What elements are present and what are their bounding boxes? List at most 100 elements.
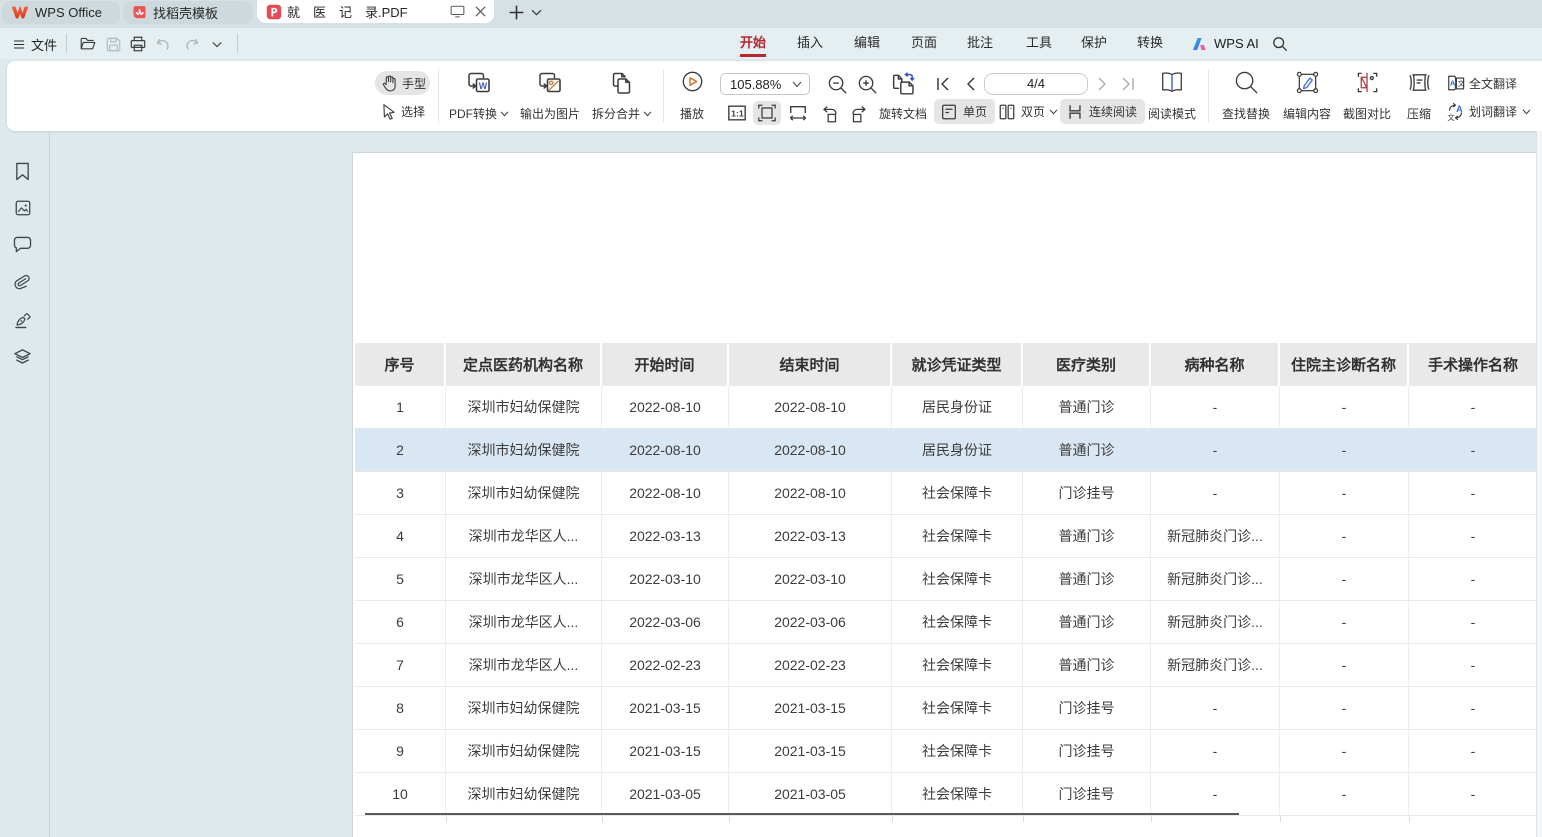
menu-tab-insert[interactable]: 插入	[785, 28, 835, 55]
pdf-page[interactable]: 序号定点医药机构名称开始时间结束时间就诊凭证类型医疗类别病种名称住院主诊断名称手…	[352, 152, 1542, 837]
medical-records-table: 序号定点医药机构名称开始时间结束时间就诊凭证类型医疗类别病种名称住院主诊断名称手…	[355, 343, 1537, 816]
play-button[interactable]: 播放	[662, 68, 722, 125]
table-cell: 2022-02-23	[602, 644, 729, 686]
tab-wps-home[interactable]: WPS Office	[2, 1, 120, 24]
previous-page-button[interactable]	[962, 72, 978, 96]
table-row[interactable]: 3深圳市妇幼保健院2022-08-102022-08-10社会保障卡门诊挂号--…	[355, 472, 1537, 515]
tab-docer-templates[interactable]: 找稻壳模板	[123, 1, 253, 24]
word-translate-button[interactable]: A文 划词翻译	[1446, 102, 1531, 121]
thumbnail-panel-button[interactable]	[10, 195, 35, 220]
full-translate-icon: A文	[1446, 74, 1465, 92]
table-row[interactable]: 7深圳市龙华区人...2022-02-232022-02-23社会保障卡普通门诊…	[355, 644, 1537, 687]
table-cell: 社会保障卡	[892, 601, 1023, 643]
table-cell: 2022-08-10	[602, 386, 729, 428]
split-merge-button[interactable]: 拆分合并	[592, 68, 652, 125]
vertical-scrollbar[interactable]	[1536, 131, 1542, 837]
table-row[interactable]: 2深圳市妇幼保健院2022-08-102022-08-10居民身份证普通门诊--…	[355, 429, 1537, 472]
attachment-panel-button[interactable]	[10, 270, 35, 295]
double-page-view-button[interactable]: 双页	[994, 99, 1062, 124]
single-page-view-button[interactable]: 单页	[934, 99, 995, 124]
bookmark-panel-button[interactable]	[10, 159, 35, 184]
table-cell: -	[1409, 730, 1537, 772]
table-row[interactable]: 8深圳市妇幼保健院2021-03-152021-03-15社会保障卡门诊挂号--…	[355, 687, 1537, 730]
signature-panel-button[interactable]	[10, 307, 35, 332]
table-cell: 2	[355, 429, 446, 471]
continuous-read-button[interactable]: 连续阅读	[1060, 99, 1145, 124]
open-file-button[interactable]	[77, 33, 99, 55]
tab-document-active[interactable]: 就 医 记 录.PDF	[257, 0, 494, 23]
screenshot-compare-icon	[1355, 70, 1380, 95]
tab-list-chevron-icon[interactable]	[528, 3, 544, 21]
compress-label: 压缩	[1407, 105, 1431, 122]
select-tool-button[interactable]: 选择	[375, 99, 430, 123]
undo-button[interactable]	[152, 33, 174, 55]
read-mode-button[interactable]: 阅读模式	[1143, 68, 1201, 125]
table-row[interactable]: 1深圳市妇幼保健院2022-08-102022-08-10居民身份证普通门诊--…	[355, 386, 1537, 429]
pdf-convert-button[interactable]: W PDF转换	[449, 68, 509, 125]
chevron-down-icon	[643, 111, 652, 117]
menu-tab-comment[interactable]: 批注	[955, 28, 1005, 55]
table-row[interactable]: 5深圳市龙华区人...2022-03-102022-03-10社会保障卡普通门诊…	[355, 558, 1537, 601]
search-icon[interactable]	[1269, 33, 1291, 55]
table-cell: 普通门诊	[1023, 515, 1151, 557]
table-cell: -	[1409, 601, 1537, 643]
table-cell: 居民身份证	[892, 429, 1023, 471]
menu-tab-tools[interactable]: 工具	[1014, 28, 1064, 55]
table-cell: 6	[355, 601, 446, 643]
page-indicator: 4/4	[1027, 76, 1045, 91]
hand-tool-label: 手型	[402, 75, 426, 92]
redo-button[interactable]	[180, 33, 202, 55]
page-number-input[interactable]: 4/4	[984, 73, 1088, 95]
split-merge-label: 拆分合并	[592, 105, 640, 122]
screenshot-compare-button[interactable]: 截图对比	[1338, 68, 1396, 125]
table-cell: 1	[355, 386, 446, 428]
table-row[interactable]: 9深圳市妇幼保健院2021-03-152021-03-15社会保障卡门诊挂号--…	[355, 730, 1537, 773]
fit-page-button[interactable]	[753, 101, 781, 125]
find-replace-button[interactable]: 查找替换	[1216, 68, 1276, 125]
menu-tab-home[interactable]: 开始	[728, 28, 778, 55]
menu-tab-page[interactable]: 页面	[899, 28, 949, 55]
select-tool-label: 选择	[401, 103, 425, 120]
zoom-level-select[interactable]: 105.88%	[720, 73, 810, 95]
actual-size-button[interactable]: 1:1	[725, 101, 749, 125]
layers-panel-button[interactable]	[10, 345, 35, 370]
compress-button[interactable]: 压缩	[1396, 68, 1442, 125]
table-cell: -	[1409, 429, 1537, 471]
table-row[interactable]: 6深圳市龙华区人...2022-03-062022-03-06社会保障卡普通门诊…	[355, 601, 1537, 644]
table-row[interactable]: 4深圳市龙华区人...2022-03-132022-03-13社会保障卡普通门诊…	[355, 515, 1537, 558]
fit-width-button[interactable]	[785, 101, 811, 125]
menu-tab-protect[interactable]: 保护	[1069, 28, 1119, 55]
more-commands-chevron-icon[interactable]	[206, 33, 228, 55]
menu-tab-convert[interactable]: 转换	[1125, 28, 1175, 55]
rotate-left-button[interactable]	[817, 101, 843, 125]
table-cell: 2021-03-15	[602, 687, 729, 729]
last-page-button[interactable]	[1119, 72, 1137, 96]
monitor-icon[interactable]	[450, 5, 465, 18]
rotate-right-button[interactable]	[846, 101, 872, 125]
save-button[interactable]	[102, 33, 124, 55]
hand-tool-button[interactable]: 手型	[375, 71, 430, 95]
table-cell: 深圳市妇幼保健院	[446, 730, 602, 772]
menu-tab-edit[interactable]: 编辑	[842, 28, 892, 55]
column-separator-stub	[602, 815, 603, 822]
close-tab-icon[interactable]	[474, 5, 487, 18]
header-cell: 序号	[355, 343, 446, 386]
full-translate-button[interactable]: A文 全文翻译	[1446, 74, 1517, 92]
print-button[interactable]	[127, 33, 149, 55]
wps-ai-button[interactable]: WPS AI	[1192, 32, 1259, 55]
first-page-button[interactable]	[934, 72, 952, 96]
export-image-button[interactable]: 输出为图片	[520, 68, 580, 125]
table-cell: 社会保障卡	[892, 730, 1023, 772]
rotate-document-button[interactable]: 旋转文档	[874, 68, 932, 125]
table-row[interactable]: 10深圳市妇幼保健院2021-03-052021-03-05社会保障卡门诊挂号-…	[355, 773, 1537, 816]
zoom-out-button[interactable]	[822, 70, 852, 98]
table-cell: 深圳市龙华区人...	[446, 601, 602, 643]
comment-panel-button[interactable]	[10, 232, 35, 257]
next-page-button[interactable]	[1094, 72, 1110, 96]
new-tab-button[interactable]	[505, 2, 527, 22]
file-menu-button[interactable]: 文件	[13, 33, 57, 55]
menu-bar: 文件 开始 插入 编辑 页面 批注 工具 保护 转换 WPS AI	[0, 28, 1542, 59]
edit-content-button[interactable]: 编辑内容	[1277, 68, 1337, 125]
table-cell: 新冠肺炎门诊...	[1151, 558, 1280, 600]
hamburger-icon	[13, 39, 25, 50]
